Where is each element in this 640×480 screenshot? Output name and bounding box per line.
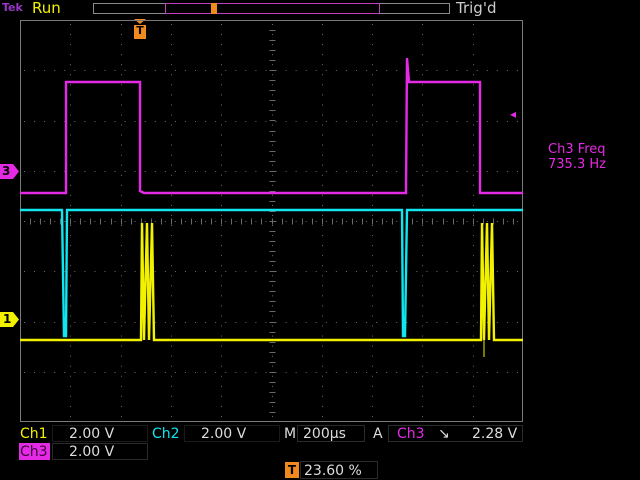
ch2-waveform: [20, 208, 523, 338]
ch2-trace: [20, 208, 523, 338]
measurement-label: Ch3 Freq: [548, 142, 606, 157]
ch2-label[interactable]: Ch2: [152, 426, 180, 442]
ch3-ground-marker[interactable]: 3: [0, 164, 19, 179]
ch1-label[interactable]: Ch1: [20, 426, 48, 442]
ch3-label: Ch3: [20, 444, 48, 460]
ch2-scale: 2.00 V: [201, 426, 247, 442]
ch3-trace: [20, 57, 523, 195]
measurement-value: 735.3 Hz: [548, 157, 606, 172]
timebase-label: M: [284, 426, 297, 442]
run-state: Run: [32, 0, 61, 17]
trigger-position: 23.60 %: [304, 463, 362, 479]
timebase-value: 200µs: [303, 426, 346, 442]
trigger-level-arrow-icon[interactable]: ◂: [510, 107, 516, 121]
graticule: [20, 20, 523, 422]
ch1-scale: 2.00 V: [69, 426, 115, 442]
record-view-window: [165, 3, 380, 14]
ch3-waveform: [20, 57, 523, 195]
ch3-scale: 2.00 V: [69, 444, 115, 460]
trigger-position-marker: [211, 3, 217, 14]
trigger-level: 2.28 V: [472, 426, 518, 442]
record-length-bar: [93, 3, 450, 14]
trigger-source: Ch3: [397, 426, 425, 442]
trigger-status: Trig'd: [456, 0, 497, 17]
waveform-display: [20, 20, 523, 422]
brand-logo: Tek: [2, 1, 23, 14]
ch1-waveform: [20, 222, 523, 357]
trigger-position-icon: T: [285, 462, 299, 478]
trigger-slope-icon: ↘: [438, 426, 450, 442]
ch1-ground-marker[interactable]: 1: [0, 312, 19, 327]
trigger-mode: A: [373, 426, 383, 442]
